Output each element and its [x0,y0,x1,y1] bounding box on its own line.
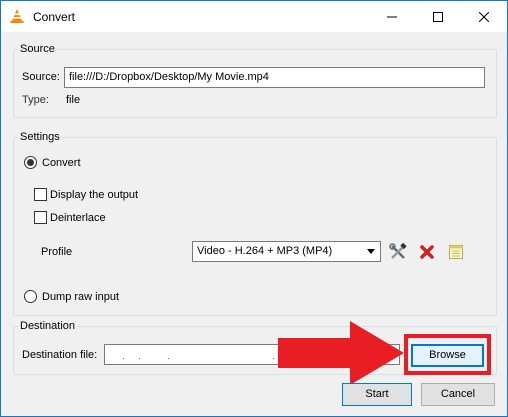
minimize-button[interactable] [369,1,415,32]
wrench-screwdriver-icon [389,243,407,259]
convert-radio[interactable] [24,156,37,169]
chevron-down-icon [367,249,375,254]
notepad-icon [449,245,463,259]
edit-profile-button[interactable] [387,241,409,263]
convert-dialog: Convert Source Source: file:///D:/Dropbo… [0,0,508,417]
source-legend: Source [20,43,55,55]
source-input[interactable]: file:///D:/Dropbox/Desktop/My Movie.mp4 [64,67,485,88]
new-profile-button[interactable] [445,241,467,263]
close-icon [479,11,489,22]
browse-highlight-box [404,334,491,375]
profile-selected-value: Video - H.264 + MP3 (MP4) [197,245,333,257]
close-button[interactable] [461,1,507,32]
redacted-mark: · [272,353,275,363]
destination-legend: Destination [20,320,76,332]
source-label: Source: [22,71,60,83]
display-output-checkbox[interactable] [34,188,47,201]
deinterlace-checkbox[interactable] [34,211,47,224]
type-label: Type: [22,94,49,106]
destination-file-label: Destination file: [22,349,98,361]
settings-legend: Settings [20,131,60,143]
start-button[interactable]: Start [342,383,412,406]
convert-label[interactable]: Convert [42,157,81,169]
dump-raw-label[interactable]: Dump raw input [42,291,119,303]
redacted-mark: · [122,353,125,363]
red-x-icon [420,245,434,259]
display-output-label[interactable]: Display the output [50,189,138,201]
deinterlace-label[interactable]: Deinterlace [50,212,106,224]
type-value: file [66,94,81,106]
red-arrow-icon [278,321,404,385]
redacted-mark: · [167,353,170,363]
cancel-button[interactable]: Cancel [421,383,495,406]
profile-select[interactable]: Video - H.264 + MP3 (MP4) [192,241,381,262]
redacted-mark: · [138,353,141,363]
dump-raw-radio[interactable] [24,290,37,303]
minimize-icon [387,16,397,17]
profile-label: Profile [41,246,73,258]
delete-profile-button[interactable] [416,241,438,263]
window-title: Convert [33,10,76,24]
vlc-cone-icon [10,9,24,23]
maximize-icon [433,11,443,22]
maximize-button[interactable] [415,1,461,32]
title-bar: Convert [1,1,507,32]
